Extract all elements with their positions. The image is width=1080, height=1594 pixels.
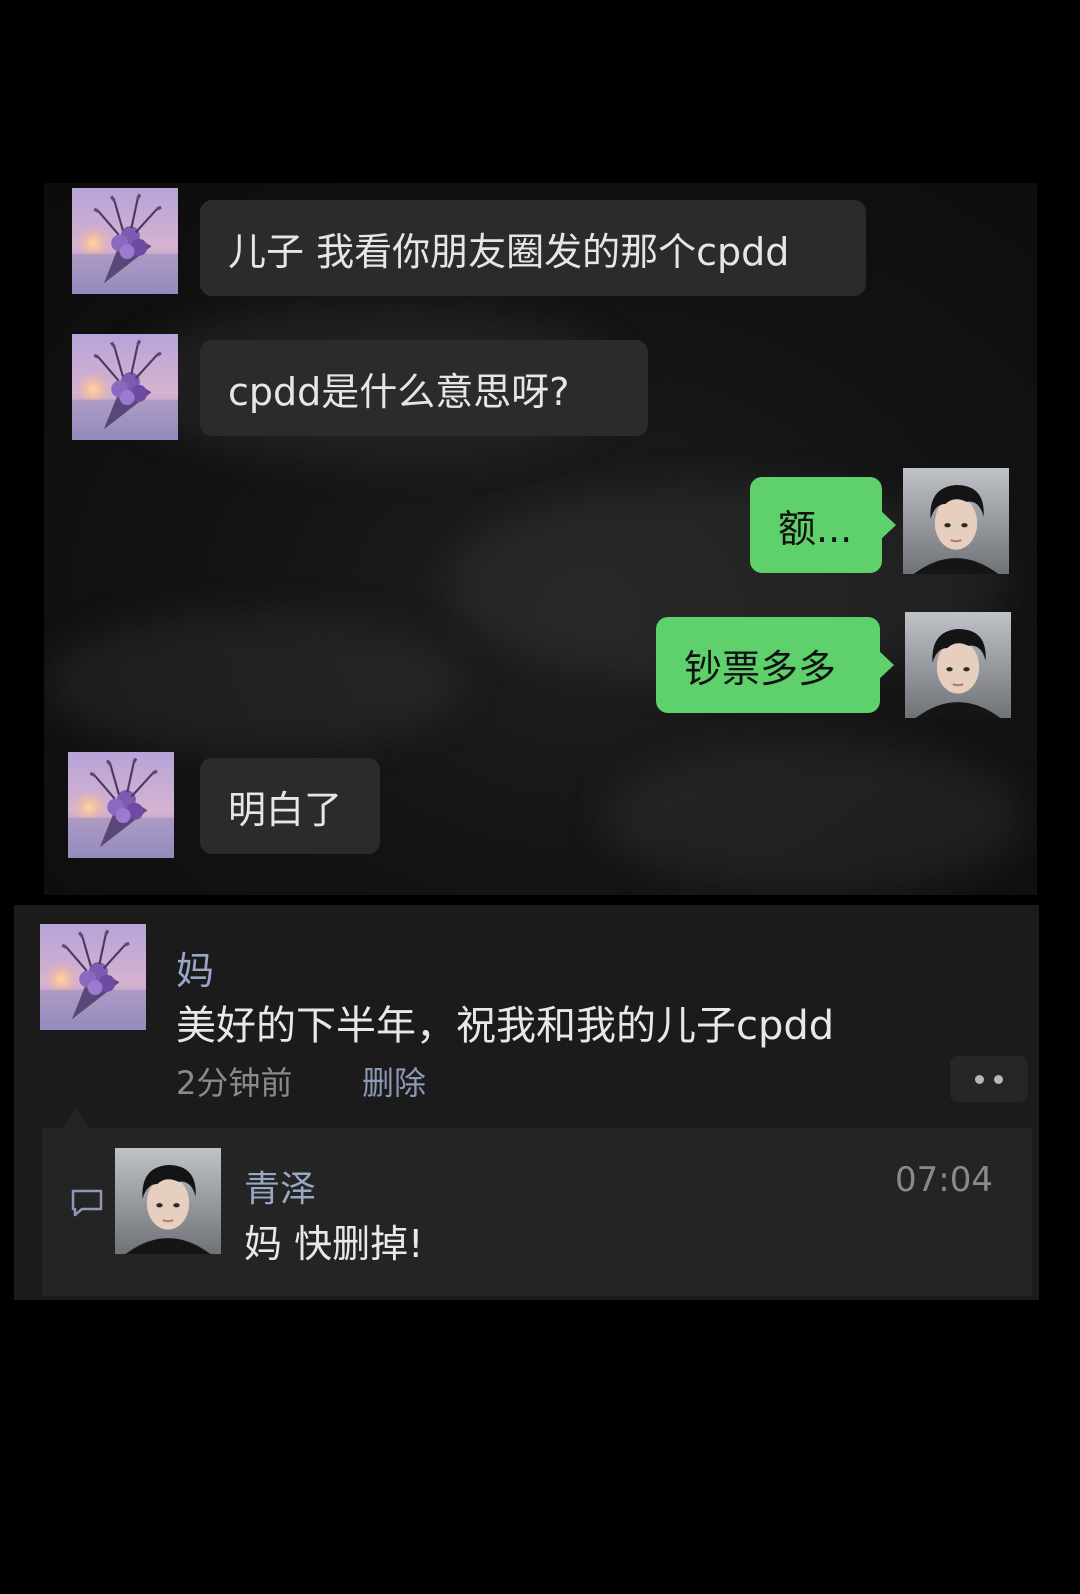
post-author-avatar-icon[interactable] [40, 924, 146, 1030]
post-text: 美好的下半年，祝我和我的儿子cpdd [176, 1003, 835, 1049]
chat-message-mom: cpdd是什么意思呀? [200, 340, 648, 436]
more-dots-icon[interactable] [950, 1056, 1028, 1102]
mom-avatar-icon[interactable] [72, 188, 178, 294]
comment-icon [71, 1189, 103, 1217]
post-author-name[interactable]: 妈 [176, 940, 214, 995]
commenter-name[interactable]: 青泽 [244, 1160, 316, 1212]
chat-message-mom: 明白了 [200, 758, 380, 854]
son-avatar-icon[interactable] [903, 468, 1009, 574]
delete-post-link[interactable]: 删除 [362, 1058, 426, 1104]
chat-message-son: 额... [750, 477, 896, 573]
comment-text: 妈 快删掉! [244, 1222, 424, 1266]
mom-avatar-icon[interactable] [72, 334, 178, 440]
chat-message-mom: 儿子 我看你朋友圈发的那个cpdd [200, 200, 866, 296]
comment-timestamp: 07:04 [895, 1160, 993, 1200]
son-avatar-icon[interactable] [905, 612, 1011, 718]
chat-message-son: 钞票多多 [656, 617, 894, 713]
mom-avatar-icon[interactable] [68, 752, 174, 858]
post-timestamp: 2分钟前 [176, 1064, 293, 1102]
commenter-avatar-icon[interactable] [115, 1148, 221, 1254]
comment-area-pointer [62, 1108, 90, 1128]
